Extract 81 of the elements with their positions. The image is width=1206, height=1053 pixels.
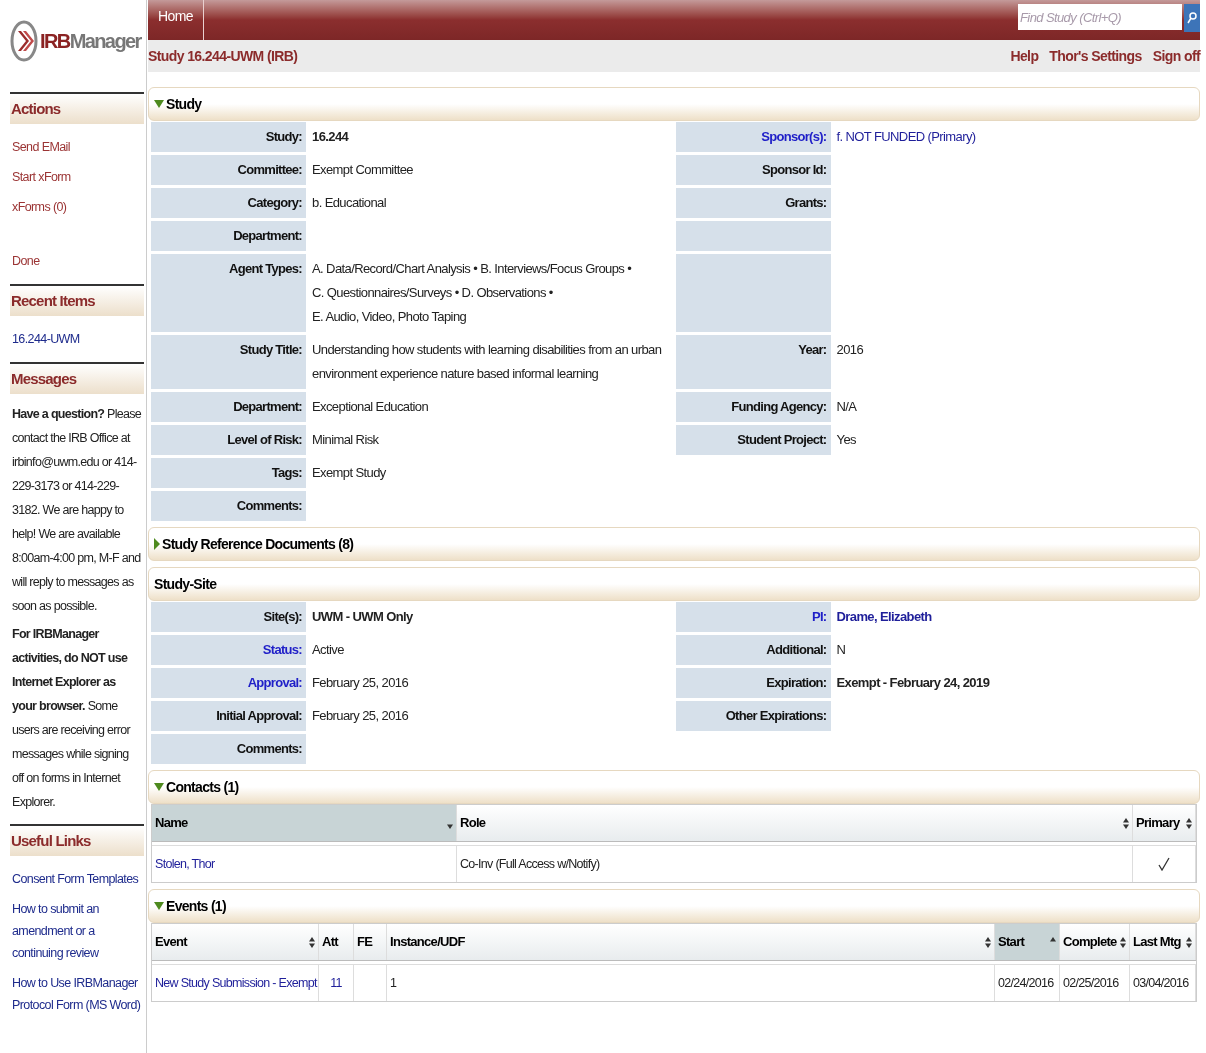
field-label[interactable]: Approval: <box>151 668 306 698</box>
field-label: Funding Agency: <box>675 392 831 422</box>
sidebar-heading: Recent Items <box>10 284 144 316</box>
sort-icon[interactable] <box>1186 936 1192 948</box>
field-label: Comments: <box>151 491 306 521</box>
expand-triangle-icon[interactable] <box>154 783 164 791</box>
column-header[interactable]: Start <box>995 924 1060 960</box>
field-label: Tags: <box>151 458 306 488</box>
search-button[interactable] <box>1184 4 1200 32</box>
sidebar-heading: Useful Links <box>10 824 144 856</box>
field-label: Student Project: <box>675 425 831 455</box>
sidebar-link[interactable]: 16.244-UWM <box>12 328 80 350</box>
field-label: Category: <box>151 188 306 218</box>
sort-icon[interactable] <box>309 936 315 948</box>
column-header[interactable]: Role <box>457 805 1133 841</box>
expand-triangle-icon[interactable] <box>154 100 164 108</box>
sidebar-link[interactable]: How to Use IRBManager Protocol Form (MS Word) <box>12 972 142 1016</box>
field-label: Department: <box>151 392 306 422</box>
header-link[interactable]: Help <box>1010 45 1039 67</box>
field-label: Comments: <box>151 734 306 764</box>
table-link[interactable]: 11 <box>330 973 342 993</box>
field-label[interactable]: Sponsor(s): <box>675 122 831 152</box>
table-cell-text: 1 <box>390 974 397 992</box>
expand-triangle-icon[interactable] <box>154 902 164 910</box>
section-header[interactable]: Study-Site <box>148 567 1200 601</box>
section-header[interactable]: Study <box>148 87 1200 121</box>
field-label: Department: <box>151 221 306 251</box>
table-cell-text: 02/25/2016 <box>1063 974 1119 992</box>
field-label: Initial Approval: <box>151 701 306 731</box>
sort-icon[interactable] <box>1123 817 1129 829</box>
sort-icon[interactable] <box>1120 936 1126 948</box>
column-header[interactable]: Event <box>152 924 319 960</box>
field-label: Other Expirations: <box>675 701 831 731</box>
field-label: Study Title: <box>151 335 306 389</box>
sidebar-link[interactable]: Start xForm <box>12 166 71 188</box>
message-text: For IRBManager activities, do NOT use Internet Explorer as your browser. Some users are receiving error messages while signing off on forms in Internet Explorer. <box>12 626 132 811</box>
sidebar-link[interactable]: Done <box>12 250 40 272</box>
table-cell-text: Co-Inv (Full Access w/Notify) <box>460 855 600 873</box>
sidebar-link[interactable]: Consent Form Templates <box>12 868 139 890</box>
field-label: Expiration: <box>675 668 831 698</box>
search-icon <box>1187 11 1197 25</box>
column-header[interactable]: Instance/UDF <box>387 924 995 960</box>
table-link[interactable]: Stolen, Thor <box>155 854 215 874</box>
column-header[interactable]: Last Mtg <box>1130 924 1196 960</box>
field-label: Study: <box>151 122 306 152</box>
table-link[interactable]: New Study Submission - Exempt <box>155 973 317 993</box>
logo-icon <box>10 19 38 63</box>
field-label: Grants: <box>675 188 831 218</box>
sidebar-heading: Actions <box>10 92 144 124</box>
column-header[interactable]: Name <box>152 805 457 841</box>
field-label[interactable]: PI: <box>675 602 831 632</box>
header-link[interactable]: Thor's Settings <box>1049 45 1142 67</box>
field-label: Sponsor Id: <box>675 155 831 185</box>
sidebar-heading: Messages <box>10 362 144 394</box>
sort-icon[interactable] <box>985 936 991 948</box>
logo-text: IRBManager <box>40 31 141 51</box>
header-link[interactable]: Sign off <box>1152 45 1200 67</box>
section-header[interactable]: Events (1) <box>148 889 1200 923</box>
sort-icon[interactable] <box>1186 817 1192 829</box>
column-header[interactable]: Complete <box>1060 924 1130 960</box>
column-header[interactable]: FE <box>354 924 387 960</box>
message-text: Have a question? Please contact the IRB Office at irbinfo@uwm.edu or 414-229-3173 or 414-229-3182. We are happy to help! We are available 8:00am-4:00 pm, M-F and will reply to messages as soon as possible. <box>12 406 142 615</box>
field-label: Agent Types: <box>151 254 306 332</box>
table-cell-text: 03/04/2016 <box>1133 974 1189 992</box>
field-label: Additional: <box>675 635 831 665</box>
field-label: Year: <box>675 335 831 389</box>
page-title: Study 16.244-UWM (IRB) <box>148 46 298 66</box>
column-header[interactable]: Att <box>319 924 354 960</box>
field-label: Site(s): <box>151 602 306 632</box>
collapse-triangle-icon[interactable] <box>154 538 160 550</box>
sidebar-link[interactable]: xForms (0) <box>12 196 67 218</box>
field-label: Committee: <box>151 155 306 185</box>
search-field[interactable]: Find Study (Ctrl+Q) <box>1018 4 1182 30</box>
section-header[interactable]: Study Reference Documents (8) <box>148 527 1200 561</box>
sidebar-link[interactable]: How to submit an amendment or a continuing review <box>12 898 142 964</box>
section-header[interactable]: Contacts (1) <box>148 770 1200 804</box>
sidebar-link[interactable]: Send EMail <box>12 136 70 158</box>
field-label: Level of Risk: <box>151 425 306 455</box>
column-header[interactable]: Primary <box>1133 805 1196 841</box>
field-label[interactable]: Status: <box>151 635 306 665</box>
table-cell-text: 02/24/2016 <box>998 974 1054 992</box>
